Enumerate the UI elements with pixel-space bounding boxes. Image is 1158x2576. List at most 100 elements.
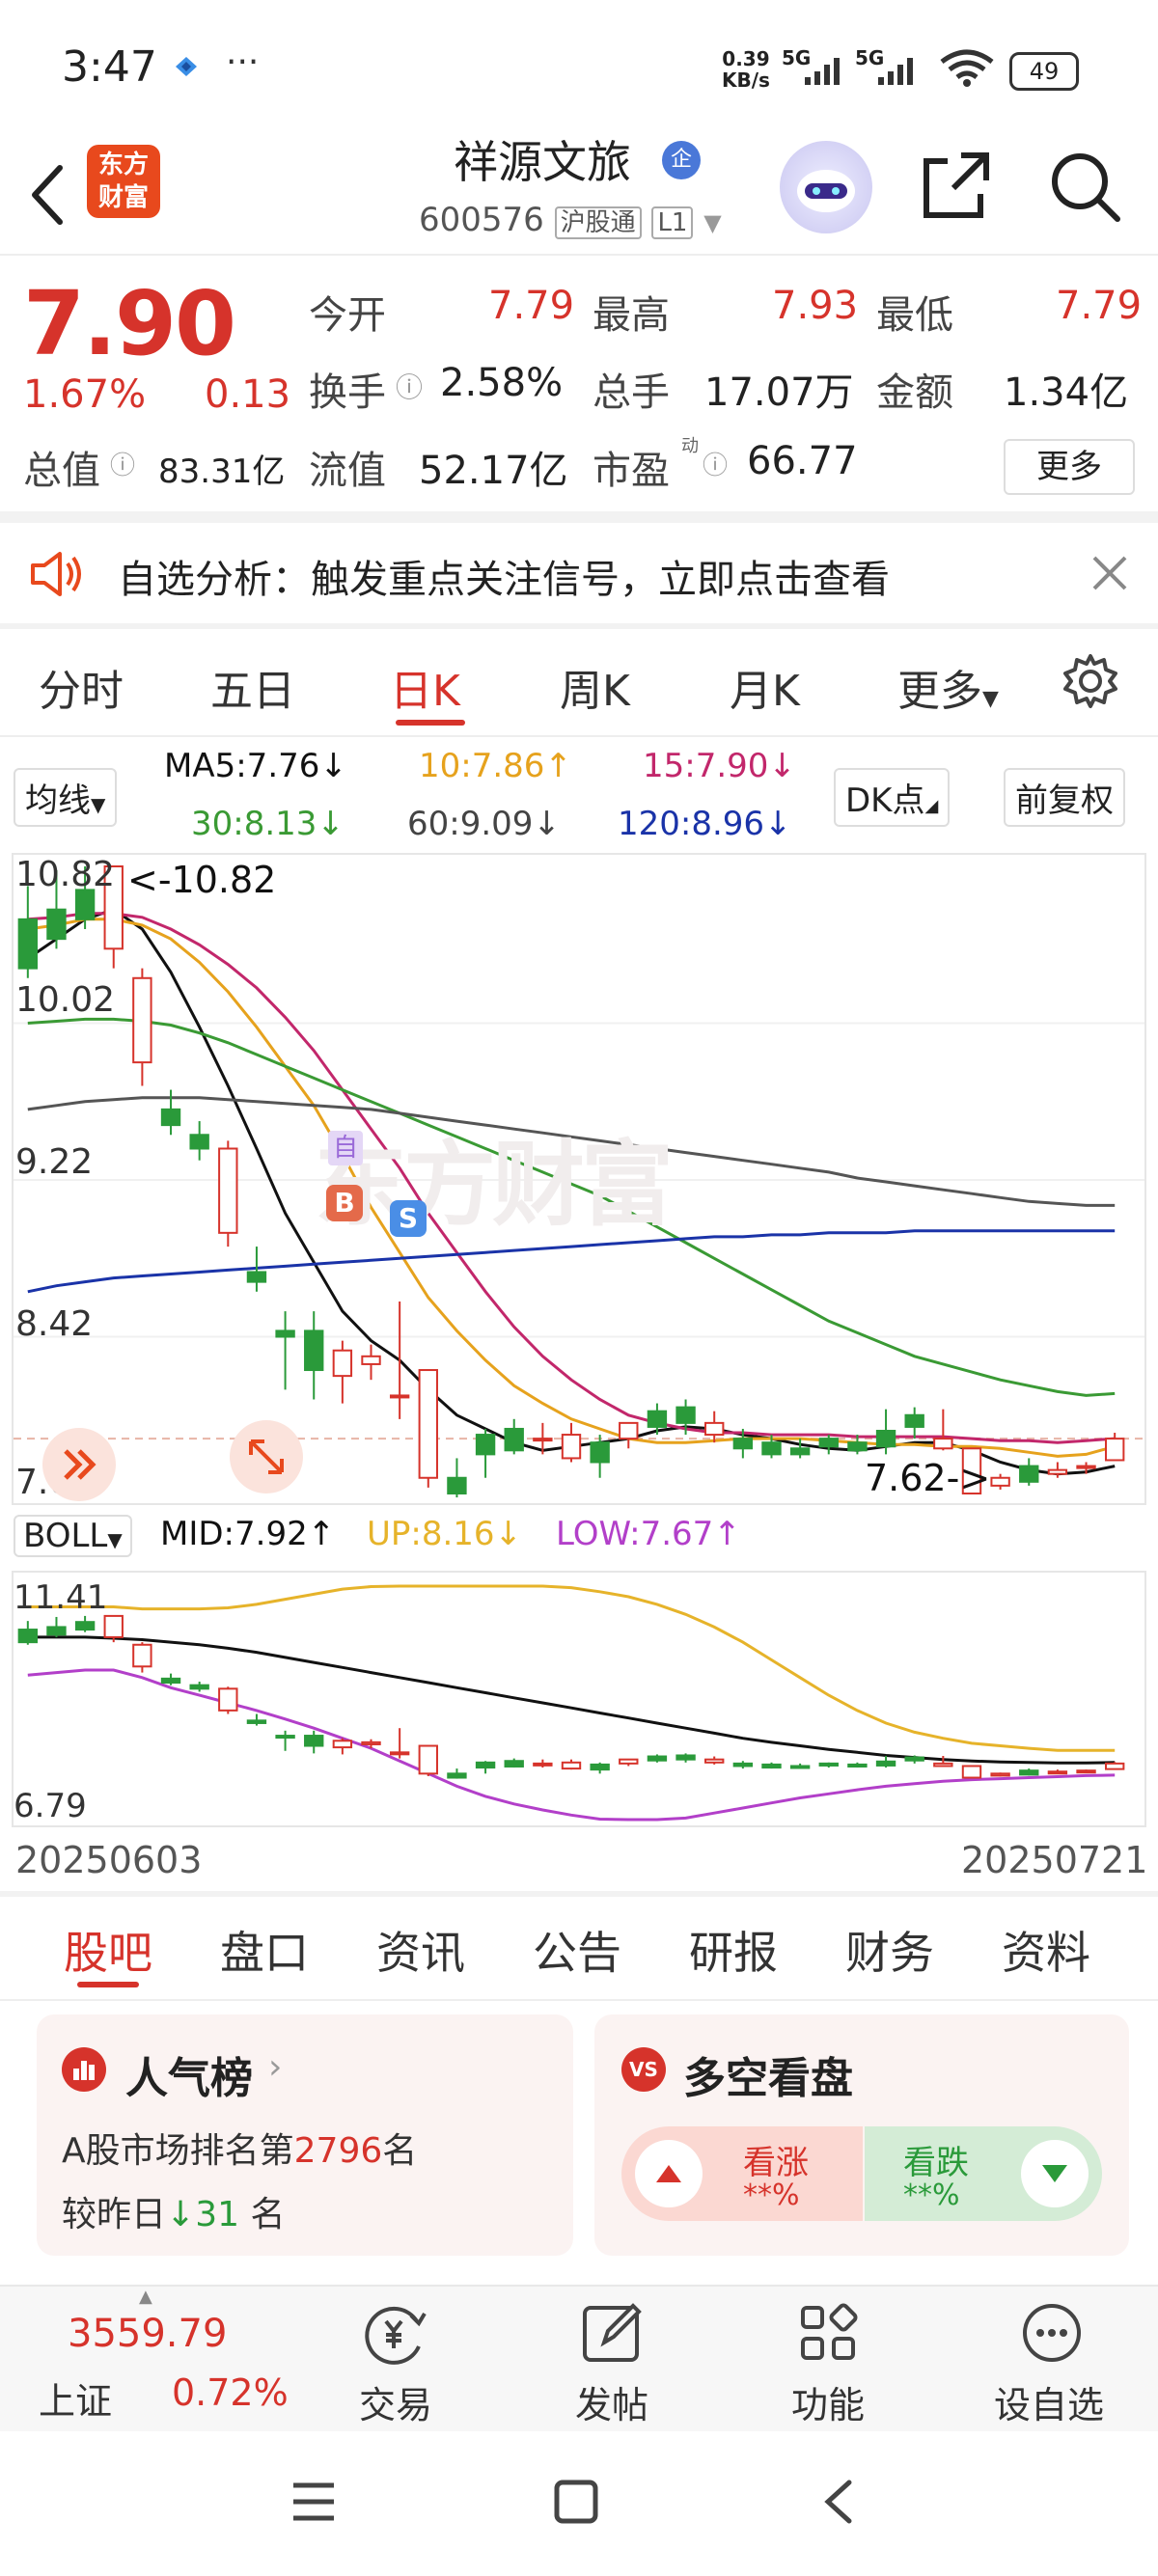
info-icon[interactable]: ⓘ (396, 367, 423, 405)
post-label: 发帖 (575, 2384, 649, 2426)
self-select-marker[interactable]: 自 (328, 1131, 363, 1165)
tab-monthly-k[interactable]: 月K (730, 656, 800, 718)
max-annotation: <-10.82 (127, 859, 277, 901)
tab-weekly-k[interactable]: 周K (560, 656, 630, 718)
tab-announcements[interactable]: 公告 (533, 1918, 621, 1982)
candle-down (1019, 1769, 1039, 1776)
grid-apps-icon (795, 2300, 861, 2366)
boll-selector[interactable]: BOLL▼ (14, 1515, 132, 1557)
candle-up (1104, 1438, 1125, 1462)
tab-more[interactable]: 更多▼ (897, 656, 999, 718)
share-icon[interactable] (919, 150, 992, 223)
enterprise-badge: 企 (662, 141, 701, 179)
trade-button[interactable]: 交易 (336, 2287, 455, 2431)
candle-up (418, 1744, 438, 1775)
function-button[interactable]: 功能 (768, 2287, 888, 2431)
menu-icon[interactable] (290, 2480, 338, 2524)
buy-marker[interactable]: B (326, 1185, 363, 1221)
candle-down (189, 1134, 209, 1150)
wifi-icon (938, 48, 996, 87)
candle-down (17, 918, 39, 970)
candle-down (789, 1765, 811, 1769)
bull-value: **% (743, 2179, 800, 2212)
tab-financials[interactable]: 财务 (845, 1918, 934, 1982)
search-icon[interactable] (1048, 150, 1121, 223)
tab-daily-k[interactable]: 日K (390, 656, 460, 718)
back-button[interactable] (23, 145, 71, 232)
candle-down (875, 1760, 896, 1767)
tab-research[interactable]: 研报 (689, 1918, 778, 1982)
sell-marker[interactable]: S (390, 1200, 427, 1237)
candle-up (361, 1740, 381, 1745)
index-widget[interactable]: 3559.79 上证 0.72% (0, 2287, 328, 2431)
brand-logo[interactable]: 东方 财富 (87, 145, 160, 218)
expand-sidebar-icon[interactable] (42, 1428, 116, 1501)
header-divider (0, 254, 1158, 256)
bear-button[interactable]: 看跌 **% (865, 2126, 1102, 2221)
ma10-legend: 10:7.86↑ (419, 747, 572, 785)
candle-down (246, 1719, 267, 1724)
candle-down (847, 1763, 868, 1768)
index-name: 上证 (39, 2380, 113, 2423)
analysis-banner[interactable]: 自选分析：触发重点关注信号，立即点击查看 (0, 523, 1158, 623)
boll-y-top: 11.41 (14, 1578, 108, 1617)
candle-up (1104, 1762, 1125, 1770)
boll-y-bottom: 6.79 (14, 1787, 87, 1825)
tab-forum[interactable]: 股吧 (64, 1918, 152, 1982)
candle-up (389, 1751, 410, 1756)
stock-code: 600576 (419, 201, 544, 239)
y-label-4: 8.42 (15, 1304, 94, 1344)
candle-up (1047, 1468, 1068, 1475)
fullscreen-icon[interactable] (230, 1420, 303, 1494)
home-icon[interactable] (552, 2478, 600, 2526)
signal-icon (801, 52, 849, 87)
turnover-value: 2.58% (440, 361, 564, 405)
dk-point-button[interactable]: DK点◢ (834, 768, 951, 827)
candle-up (990, 1772, 1010, 1777)
mktcap-label: 总值 (23, 449, 100, 493)
close-icon[interactable] (1089, 552, 1131, 594)
boll-svg (17, 1584, 1125, 1822)
candle-down (761, 1441, 782, 1456)
candle-down (304, 1735, 324, 1747)
info-icon[interactable]: ⓘ (110, 446, 135, 481)
stock-code-row[interactable]: 600576 沪股通 L1 ▼ (419, 201, 722, 239)
bull-bear-card[interactable]: VS 多空看盘 看涨 **% 看跌 **% (594, 2014, 1129, 2256)
ai-assistant-avatar[interactable] (780, 141, 872, 233)
post-button[interactable]: 发帖 (552, 2287, 672, 2431)
popularity-card[interactable]: 人气榜 › A股市场排名第2796名 较昨日↓31 名 (37, 2014, 573, 2256)
adjust-button[interactable]: 前复权 (1004, 768, 1125, 827)
more-circle-icon (1019, 2300, 1085, 2366)
info-icon[interactable]: ⓘ (703, 446, 728, 481)
candle-down (847, 1441, 868, 1452)
add-watchlist-button[interactable]: 设自选 (984, 2287, 1119, 2431)
tab-intraday[interactable]: 分时 (39, 656, 124, 718)
low-value: 7.79 (1056, 284, 1143, 328)
ma5-legend: MA5:7.76↓ (164, 747, 347, 785)
arrow-down-icon (1021, 2140, 1089, 2207)
tab-news[interactable]: 资讯 (376, 1918, 465, 1982)
active-tab-indicator (396, 720, 465, 726)
candle-down (160, 1677, 181, 1685)
candle-down (74, 1621, 96, 1631)
boll-chart[interactable] (12, 1571, 1146, 1827)
status-bar: 3:47 ··· 0.39 KB/s 5G 5G 49 (0, 0, 1158, 135)
indicator-selector[interactable]: 均线▼ (14, 768, 118, 827)
x-start-date: 20250603 (15, 1839, 203, 1881)
ma30-legend: 30:8.13↓ (191, 805, 345, 843)
candle-down (246, 1271, 267, 1283)
tab-profile[interactable]: 资料 (1002, 1918, 1090, 1982)
bull-button[interactable]: 看涨 **% (621, 2126, 863, 2221)
more-button[interactable]: 更多 (1004, 439, 1135, 495)
float-label: 流值 (309, 449, 386, 493)
candle-up (1076, 1769, 1096, 1774)
gear-icon[interactable] (1062, 652, 1119, 710)
battery-icon: 49 (1009, 52, 1079, 91)
ma15-legend: 15:7.90↓ (643, 747, 796, 785)
app-notification-icon (172, 54, 201, 79)
system-back-icon[interactable] (818, 2478, 857, 2526)
banner-text: 自选分析：触发重点关注信号，立即点击查看 (118, 558, 890, 602)
current-price: 7.90 (23, 272, 236, 375)
tab-five-day[interactable]: 五日 (210, 656, 295, 718)
tab-orderbook[interactable]: 盘口 (220, 1918, 309, 1982)
